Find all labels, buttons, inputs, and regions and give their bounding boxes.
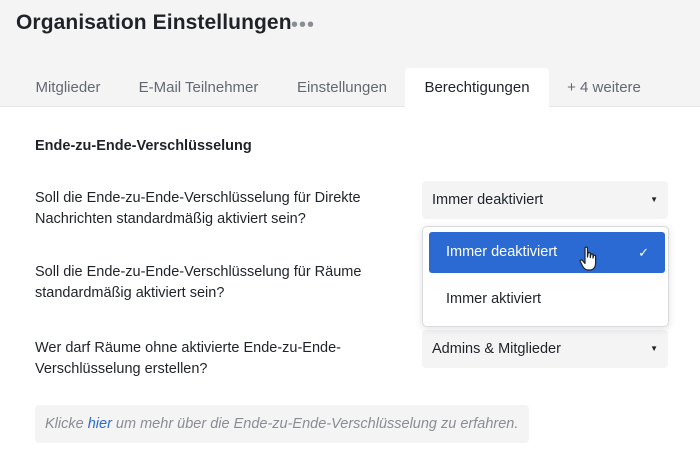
question-line: Wer darf Räume ohne aktivierte Ende-zu-E… — [35, 340, 341, 356]
question-line: Soll die Ende-zu-Ende-Verschlüsselung fü… — [35, 190, 361, 206]
caret-down-icon: ▼ — [650, 344, 658, 353]
tab-more[interactable]: + 4 weitere — [550, 68, 658, 108]
tab-einstellungen[interactable]: Einstellungen — [279, 68, 405, 108]
dropdown-option-immer-aktiviert[interactable]: Immer aktiviert — [429, 279, 665, 320]
question-rooms-without-e2e: Wer darf Räume ohne aktivierte Ende-zu-E… — [35, 338, 395, 380]
rooms-without-e2e-select[interactable]: Admins & Mitglieder ▼ — [422, 330, 668, 368]
select-value: Admins & Mitglieder — [432, 341, 561, 357]
info-text-prefix: Klicke — [45, 416, 88, 432]
option-label: Immer aktiviert — [446, 291, 542, 307]
page-title: Organisation Einstellungen — [16, 11, 292, 34]
question-e2e-direct-messages: Soll die Ende-zu-Ende-Verschlüsselung fü… — [35, 188, 395, 230]
settings-header: Organisation Einstellungen ••• Mitgliede… — [0, 0, 700, 108]
tab-berechtigungen[interactable]: Berechtigungen — [405, 68, 549, 108]
hand-pointer-cursor-icon — [579, 246, 597, 271]
question-e2e-rooms: Soll die Ende-zu-Ende-Verschlüsselung fü… — [35, 262, 395, 304]
select-value: Immer deaktiviert — [432, 192, 544, 208]
more-horizontal-icon[interactable]: ••• — [291, 13, 315, 37]
tab-email-teilnehmer[interactable]: E-Mail Teilnehmer — [120, 68, 277, 108]
question-line: Soll die Ende-zu-Ende-Verschlüsselung fü… — [35, 264, 362, 280]
e2e-info-hint: Klicke hier um mehr über die Ende-zu-End… — [35, 405, 529, 443]
check-icon: ✓ — [638, 245, 649, 260]
info-learn-more-link[interactable]: hier — [88, 416, 112, 432]
dropdown-option-immer-deaktiviert[interactable]: Immer deaktiviert ✓ — [429, 232, 665, 273]
question-line: standardmäßig aktiviert sein? — [35, 285, 225, 301]
question-line: Nachrichten standardmäßig aktiviert sein… — [35, 211, 306, 227]
info-text-suffix: um mehr über die Ende-zu-Ende-Verschlüss… — [111, 416, 519, 432]
tab-mitglieder[interactable]: Mitglieder — [17, 68, 119, 108]
e2e-rooms-dropdown-menu: Immer deaktiviert ✓ Immer aktiviert — [422, 226, 669, 327]
section-heading: Ende-zu-Ende-Verschlüsselung — [35, 138, 252, 154]
option-label: Immer deaktiviert — [446, 244, 558, 260]
e2e-direct-messages-select[interactable]: Immer deaktiviert ▼ — [422, 181, 668, 219]
question-line: Verschlüsselung erstellen? — [35, 361, 208, 377]
caret-down-icon: ▼ — [650, 195, 658, 204]
